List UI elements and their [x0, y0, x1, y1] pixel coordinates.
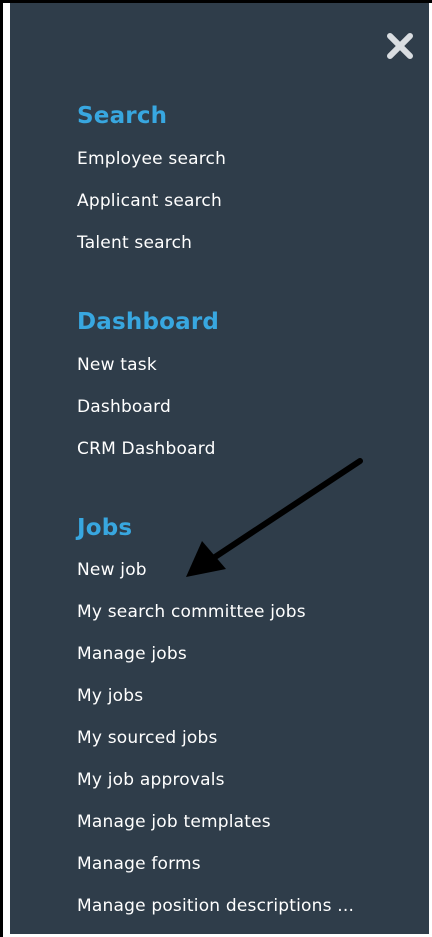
close-button[interactable] [385, 31, 415, 61]
menu-item-talent-search[interactable]: Talent search [77, 233, 192, 253]
menu-item-employee-search[interactable]: Employee search [77, 149, 226, 169]
menu-item-my-sourced-jobs[interactable]: My sourced jobs [77, 728, 218, 748]
navigation-menu-panel: Search Employee search Applicant search … [10, 3, 429, 934]
menu-item-applicant-search[interactable]: Applicant search [77, 191, 222, 211]
menu-item-crm-dashboard[interactable]: CRM Dashboard [77, 439, 216, 459]
menu-item-manage-forms[interactable]: Manage forms [77, 854, 201, 874]
menu-item-new-job[interactable]: New job [77, 560, 147, 580]
menu-item-manage-jobs[interactable]: Manage jobs [77, 644, 187, 664]
close-icon [387, 33, 413, 59]
menu-item-manage-job-templates[interactable]: Manage job templates [77, 812, 271, 832]
section-title-search: Search [77, 103, 168, 129]
annotation-arrow-icon [186, 458, 363, 577]
screenshot-frame: Search Employee search Applicant search … [0, 0, 432, 937]
menu-item-my-search-committee-jobs[interactable]: My search committee jobs [77, 602, 306, 622]
left-border [0, 0, 3, 937]
menu-item-my-jobs[interactable]: My jobs [77, 686, 143, 706]
menu-item-my-job-approvals[interactable]: My job approvals [77, 770, 225, 790]
menu-item-dashboard[interactable]: Dashboard [77, 397, 171, 417]
section-title-dashboard: Dashboard [77, 309, 220, 335]
section-title-jobs: Jobs [77, 515, 133, 541]
menu-item-new-task[interactable]: New task [77, 355, 157, 375]
menu-item-manage-position-descriptions[interactable]: Manage position descriptions ... [77, 896, 354, 916]
